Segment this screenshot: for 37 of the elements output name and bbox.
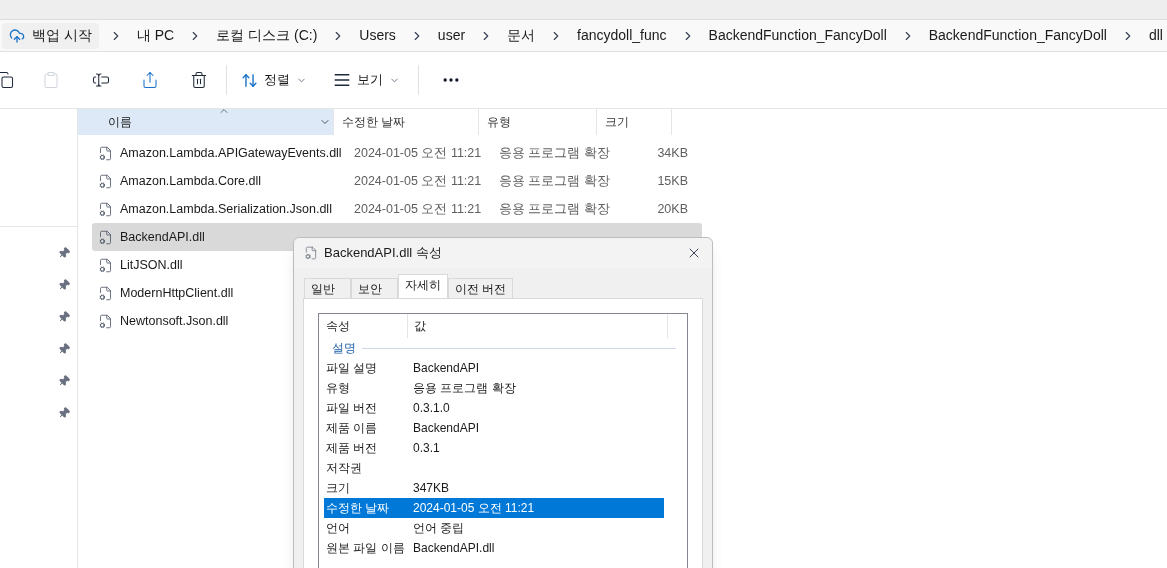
- property-value: BackendAPI.dll: [413, 540, 495, 557]
- property-name: 파일 설명: [325, 360, 379, 377]
- property-name: 제품 버전: [325, 440, 379, 457]
- file-type: 응용 프로그램 확장: [499, 172, 611, 190]
- file-name: Amazon.Lambda.Core.dll: [120, 172, 262, 190]
- property-value: 응용 프로그램 확장: [413, 380, 516, 397]
- file-name: Amazon.Lambda.Serialization.Json.dll: [120, 200, 332, 218]
- property-name: 제품 이름: [325, 420, 379, 437]
- file-date: 2024-01-05 오전 11:21: [354, 200, 483, 218]
- property-value: 언어 중립: [413, 520, 465, 537]
- property-value: 0.3.1.0: [413, 400, 450, 417]
- file-name: Newtonsoft.Json.dll: [120, 312, 229, 330]
- file-size: 20KB: [656, 200, 689, 218]
- file-size: 15KB: [656, 172, 689, 190]
- property-value: 347KB: [413, 480, 450, 497]
- file-size: 34KB: [656, 144, 689, 162]
- file-name: LitJSON.dll: [120, 256, 183, 274]
- file-date: 2024-01-05 오전 11:21: [354, 172, 483, 190]
- file-date: 2024-01-05 오전 11:21: [354, 144, 483, 162]
- property-value: 2024-01-05 오전 11:21: [413, 500, 535, 517]
- property-name: 유형: [325, 380, 351, 397]
- property-name: 원본 파일 이름: [325, 540, 406, 557]
- property-value: 0.3.1: [413, 440, 440, 457]
- property-name: 언어: [325, 520, 351, 537]
- property-name: 파일 버전: [325, 400, 379, 417]
- file-name: BackendAPI.dll: [120, 228, 205, 246]
- property-value: BackendAPI: [413, 360, 480, 377]
- file-name: Amazon.Lambda.APIGatewayEvents.dll: [120, 144, 342, 162]
- file-type: 응용 프로그램 확장: [499, 200, 611, 218]
- property-name: 저작권: [325, 460, 363, 477]
- property-name: 크기: [325, 480, 351, 497]
- section-header: 설명: [332, 340, 356, 357]
- file-type: 응용 프로그램 확장: [499, 144, 611, 162]
- property-value: BackendAPI: [413, 420, 480, 437]
- dialog-title: BackendAPI.dll 속성: [324, 244, 442, 263]
- file-name: ModernHttpClient.dll: [120, 284, 234, 302]
- property-name: 수정한 날짜: [325, 500, 391, 517]
